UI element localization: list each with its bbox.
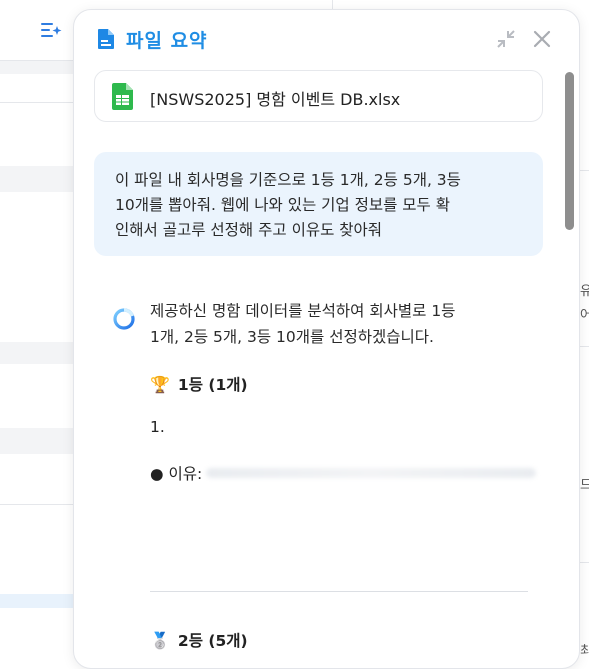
blurred-text-placeholder [206, 468, 537, 478]
file-name: [NSWS2025] 명함 이벤트 DB.xlsx [150, 90, 401, 109]
reason-label: ● 이유: [150, 465, 203, 483]
bg-edge-text: 유 [580, 284, 589, 299]
loading-spinner-icon [113, 308, 135, 330]
scrollbar-thumb[interactable] [565, 72, 574, 230]
document-icon [98, 29, 114, 49]
list-item-number: 1. [150, 418, 165, 436]
collapse-icon[interactable] [494, 27, 518, 51]
file-summary-panel: 파일 요약 [NSWS2025] 명함 이벤트 DB.xlsx 이 파일 내 회… [73, 9, 580, 669]
section-divider [150, 591, 528, 592]
reason-line: ● 이유: [150, 462, 537, 484]
spreadsheet-icon [112, 83, 133, 110]
bg-edge-text: 어 [580, 308, 589, 323]
silver-medal-icon: 🥈 [150, 630, 170, 650]
rank1-heading: 🏆 1등 (1개) [150, 373, 248, 395]
answer-intro-line: 제공하신 명함 데이터를 분석하여 회사별로 1등 [150, 302, 456, 320]
prompt-line: 10개를 뽑아줘. 웹에 나와 있는 기업 정보를 모두 확 [115, 196, 451, 214]
prompt-line: 이 파일 내 회사명을 기준으로 1등 1개, 2등 5개, 3등 [115, 171, 461, 189]
prompt-line: 인해서 골고루 선정해 주고 이유도 찾아줘 [115, 221, 383, 239]
attached-file-card[interactable]: [NSWS2025] 명함 이벤트 DB.xlsx [94, 70, 543, 122]
bg-edge-text: 드 [580, 478, 589, 493]
answer-intro-line: 1개, 2등 5개, 3등 10개를 선정하겠습니다. [150, 328, 434, 346]
trophy-icon: 🏆 [150, 374, 170, 394]
answer-intro: 제공하신 명함 데이터를 분석하여 회사별로 1등 1개, 2등 5개, 3등 … [150, 298, 540, 350]
close-icon[interactable] [530, 27, 554, 51]
rank2-heading: 🥈 2등 (5개) [150, 629, 248, 651]
assistant-answer: 제공하신 명함 데이터를 분석하여 회사별로 1등 1개, 2등 5개, 3등 … [150, 298, 540, 350]
ai-list-icon[interactable] [40, 19, 62, 41]
panel-header: 파일 요약 [74, 10, 579, 68]
rank2-label: 2등 (5개) [177, 632, 248, 650]
rank1-label: 1등 (1개) [177, 376, 248, 394]
user-prompt-bubble: 이 파일 내 회사명을 기준으로 1등 1개, 2등 5개, 3등 10개를 뽑… [94, 152, 543, 256]
bg-edge-text: 최 [580, 644, 589, 659]
panel-title: 파일 요약 [126, 30, 208, 52]
